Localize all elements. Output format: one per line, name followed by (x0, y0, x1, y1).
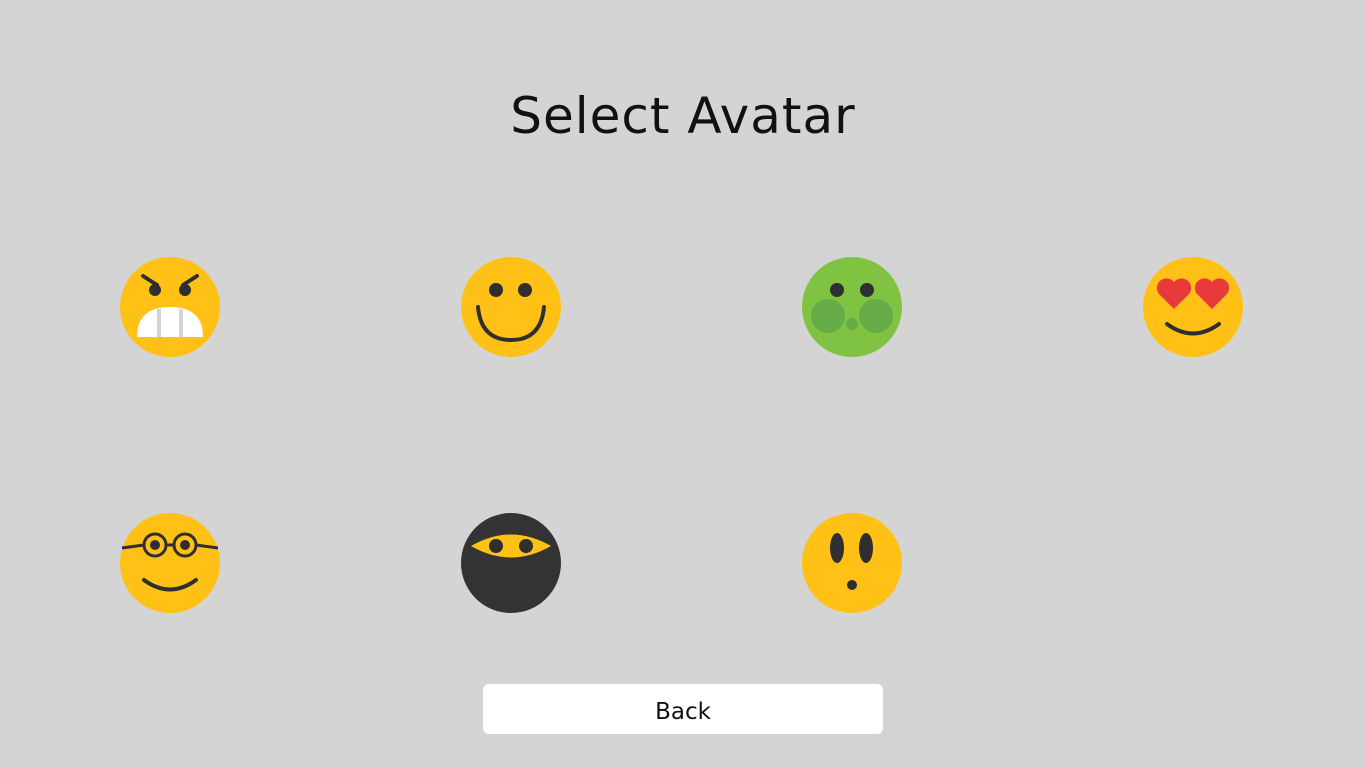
avatar-option-smile[interactable] (461, 257, 561, 357)
angry-face-icon (120, 257, 220, 357)
avatar-select-screen: Select Avatar Back (0, 0, 1366, 768)
surprised-face-icon (802, 513, 902, 613)
heart-eyes-face-icon (1143, 257, 1243, 357)
ninja-face-icon (461, 513, 561, 613)
avatar-option-nerd[interactable] (120, 513, 220, 613)
green-sick-face-icon (802, 257, 902, 357)
avatar-option-angry[interactable] (120, 257, 220, 357)
avatar-option-surprised[interactable] (802, 513, 902, 613)
avatar-option-sick[interactable] (802, 257, 902, 357)
avatar-option-love[interactable] (1143, 257, 1243, 357)
back-button[interactable]: Back (483, 684, 883, 734)
page-title: Select Avatar (510, 87, 856, 145)
nerd-glasses-face-icon (120, 513, 220, 613)
smiling-face-icon (461, 257, 561, 357)
avatar-option-ninja[interactable] (461, 513, 561, 613)
